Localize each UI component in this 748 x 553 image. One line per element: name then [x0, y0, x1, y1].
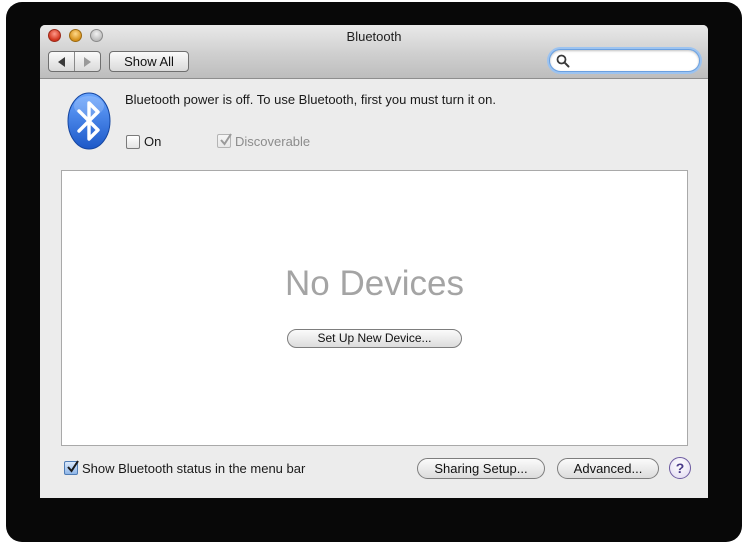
sharing-setup-button[interactable]: Sharing Setup...: [417, 458, 545, 479]
bluetooth-icon: [67, 92, 111, 150]
checkmark-icon: [220, 133, 232, 146]
search-input[interactable]: [572, 52, 692, 69]
forward-button[interactable]: [74, 52, 100, 71]
back-button[interactable]: [49, 52, 74, 71]
chevron-right-icon: [84, 56, 92, 67]
advanced-button[interactable]: Advanced...: [557, 458, 659, 479]
system-preferences-window: Bluetooth Show All Bluetooth power is of…: [40, 25, 708, 498]
checkmark-icon: [67, 460, 79, 473]
show-all-button[interactable]: Show All: [109, 51, 189, 72]
show-status-label: Show Bluetooth status in the menu bar: [82, 461, 306, 476]
on-label: On: [144, 134, 162, 149]
set-up-new-device-button[interactable]: Set Up New Device...: [287, 329, 462, 348]
show-status-checkbox[interactable]: [64, 460, 79, 475]
discoverable-checkbox[interactable]: [217, 133, 232, 148]
help-button[interactable]: ?: [669, 457, 691, 479]
chevron-left-icon: [58, 56, 66, 67]
back-forward-control: [48, 51, 101, 72]
search-field[interactable]: [549, 49, 700, 72]
titlebar: Bluetooth Show All: [40, 25, 708, 79]
search-icon: [556, 54, 570, 68]
discoverable-label: Discoverable: [235, 134, 311, 149]
on-checkbox[interactable]: [126, 135, 140, 149]
window-title: Bluetooth: [346, 29, 402, 44]
no-devices-message: No Devices: [285, 264, 464, 303]
bluetooth-status-message: Bluetooth power is off. To use Bluetooth…: [125, 92, 496, 107]
device-list-panel: No Devices Set Up New Device...: [61, 170, 688, 446]
